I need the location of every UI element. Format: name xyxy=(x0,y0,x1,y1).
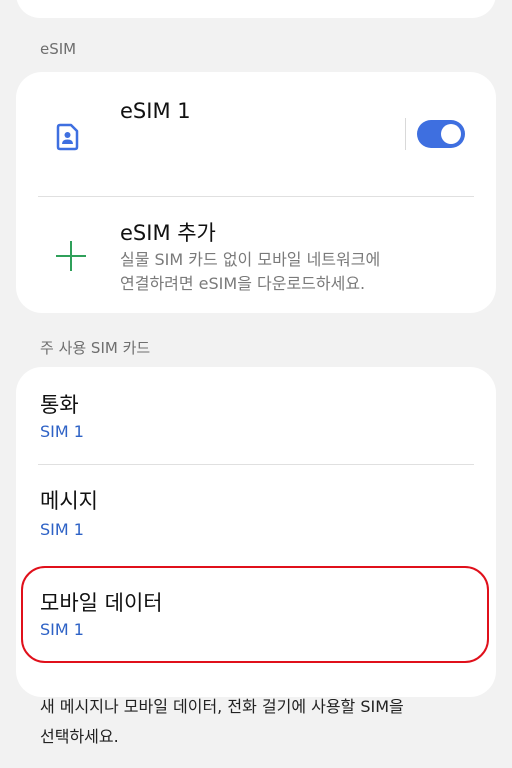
calls-value: SIM 1 xyxy=(40,422,84,441)
primary-sim-card: 통화 SIM 1 메시지 SIM 1 모바일 데이터 SIM 1 xyxy=(16,367,496,697)
toggle-knob xyxy=(441,124,461,144)
calls-row[interactable]: 통화 SIM 1 xyxy=(16,367,496,457)
add-esim-desc-line2: 연결하려면 eSIM을 다운로드하세요. xyxy=(120,274,366,293)
esim-card: eSIM 1 eSIM 추가 실물 SIM 카드 없이 모바일 네트워크에 연결… xyxy=(16,72,496,313)
messages-label: 메시지 xyxy=(40,489,98,513)
sim-card-icon xyxy=(56,123,79,151)
add-esim-row[interactable]: eSIM 추가 실물 SIM 카드 없이 모바일 네트워크에 연결하려면 eSI… xyxy=(16,197,496,313)
messages-value: SIM 1 xyxy=(40,520,84,539)
add-esim-desc-line1: 실물 SIM 카드 없이 모바일 네트워크에 xyxy=(120,250,381,269)
toggle-divider xyxy=(405,118,406,150)
footer-description: 새 메시지나 모바일 데이터, 전화 걸기에 사용할 SIM을 선택하세요. xyxy=(40,692,480,752)
esim-1-title: eSIM 1 xyxy=(120,99,191,123)
mobile-data-label: 모바일 데이터 xyxy=(40,591,163,615)
previous-section-card xyxy=(16,0,496,18)
add-esim-title: eSIM 추가 xyxy=(120,221,216,245)
primary-sim-section-header: 주 사용 SIM 카드 xyxy=(40,339,151,357)
footer-line-2: 선택하세요. xyxy=(40,727,119,746)
plus-icon xyxy=(56,241,86,271)
calls-label: 통화 xyxy=(40,393,79,417)
esim-1-toggle[interactable] xyxy=(417,120,465,148)
messages-row[interactable]: 메시지 SIM 1 xyxy=(16,465,496,555)
footer-line-1: 새 메시지나 모바일 데이터, 전화 걸기에 사용할 SIM을 xyxy=(40,697,404,716)
mobile-data-value: SIM 1 xyxy=(40,620,84,639)
esim-1-row[interactable]: eSIM 1 xyxy=(16,72,496,196)
esim-section-header: eSIM xyxy=(40,40,77,58)
mobile-data-row[interactable]: 모바일 데이터 SIM 1 xyxy=(16,567,496,657)
